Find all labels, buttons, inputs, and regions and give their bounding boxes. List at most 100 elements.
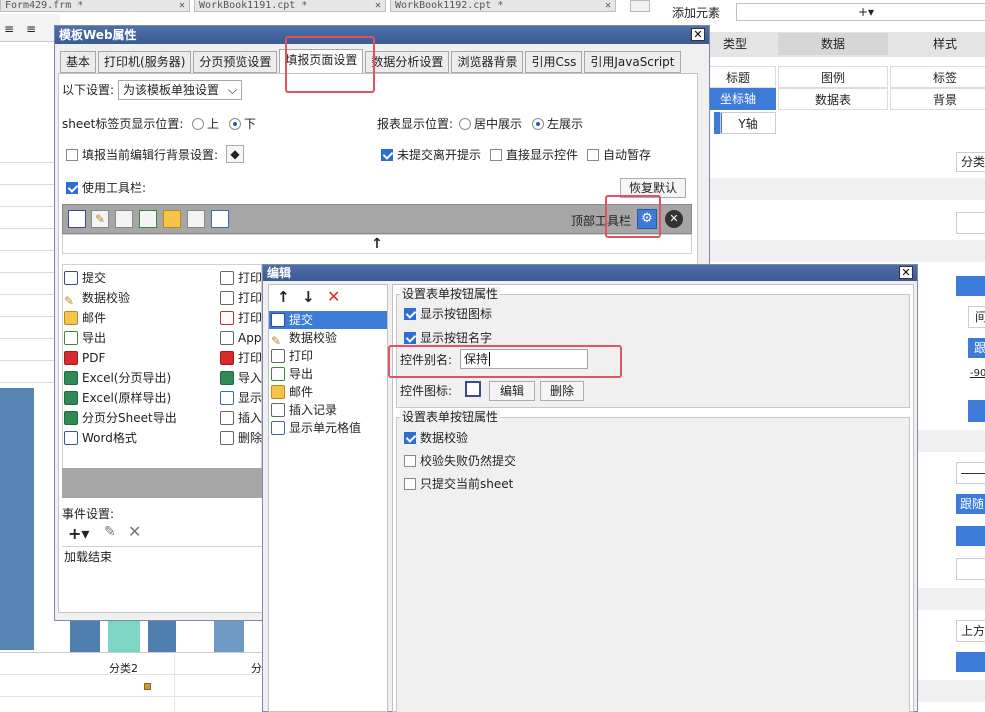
close-icon[interactable]: ✕ — [605, 0, 611, 11]
layout-icon[interactable] — [630, 0, 650, 12]
list-item-show[interactable]: 显示 — [220, 388, 262, 408]
unsubmit-prompt-checkbox[interactable]: 未提交离开提示 — [381, 147, 481, 163]
show-cell-icon[interactable] — [211, 210, 229, 228]
close-icon[interactable]: ✕ — [179, 0, 185, 11]
list-item-export[interactable]: 导出 — [64, 328, 106, 348]
list-item-import[interactable]: 导入 — [220, 368, 262, 388]
blue-button[interactable] — [956, 276, 985, 296]
tab-page-preview[interactable]: 分页预览设置 — [193, 51, 278, 73]
use-toolbar-checkbox[interactable]: 使用工具栏: — [66, 180, 146, 196]
tab-printer-server[interactable]: 打印机(服务器) — [98, 51, 192, 73]
close-icon[interactable]: ✕ — [899, 266, 913, 279]
insert-record-icon[interactable] — [187, 210, 205, 228]
position-select[interactable]: 上方 — [956, 620, 985, 642]
save-icon[interactable] — [68, 210, 86, 228]
align-left-icon[interactable]: ≡ — [4, 22, 14, 36]
delete-icon[interactable]: ✕ — [665, 210, 683, 228]
current-sheet-checkbox[interactable]: 只提交当前sheet — [404, 476, 513, 492]
event-item-load-end[interactable]: 加载结束 — [64, 549, 112, 565]
blue-button[interactable] — [956, 526, 985, 546]
interval-field[interactable]: 间 — [968, 306, 985, 328]
item-axis[interactable]: 坐标轴 — [700, 88, 776, 110]
fail-submit-checkbox[interactable]: 校验失败仍然提交 — [404, 453, 516, 469]
edit-item-submit[interactable]: 提交 — [269, 311, 387, 329]
close-icon[interactable]: ✕ — [375, 0, 381, 11]
list-item-excel-original[interactable]: Excel(原样导出) — [64, 388, 171, 408]
radio-bottom[interactable]: 下 — [229, 116, 256, 132]
rotation-value[interactable]: -90 — [970, 368, 985, 379]
edit-item-print[interactable]: 打印 — [271, 347, 313, 365]
follow-button[interactable]: 跟 — [968, 338, 985, 358]
doc-tab-workbook1192[interactable]: WorkBook1192.cpt * ✕ — [390, 0, 616, 12]
radio-center[interactable]: 居中展示 — [459, 116, 522, 132]
blue-button[interactable] — [956, 652, 985, 672]
tab-javascript[interactable]: 引用JavaScript — [584, 51, 681, 73]
mail-icon[interactable] — [163, 210, 181, 228]
item-title[interactable]: 标题 — [700, 66, 776, 88]
direct-control-checkbox[interactable]: 直接显示控件 — [490, 147, 578, 163]
tab-data-analysis[interactable]: 数据分析设置 — [365, 51, 450, 73]
remove-icon[interactable]: ✕ — [327, 287, 340, 306]
list-item-print[interactable]: 打印 — [220, 348, 262, 368]
list-item-app[interactable]: App — [220, 328, 261, 348]
edit-event-icon[interactable]: ✎ — [104, 524, 116, 540]
edit-item-insert-record[interactable]: 插入记录 — [271, 401, 337, 419]
delete-icon-button[interactable]: 删除 — [540, 381, 584, 401]
tab-browser-background[interactable]: 浏览器背景 — [451, 51, 524, 73]
add-event-icon[interactable]: +▾ — [68, 524, 89, 543]
input-box[interactable] — [956, 212, 985, 234]
edit-icon-button[interactable]: 编辑 — [489, 381, 535, 401]
settings-select[interactable]: 为该模板单独设置 ⌵ — [118, 80, 242, 100]
tab-style[interactable]: 样式 — [890, 33, 985, 55]
move-down-icon[interactable]: ↓ — [302, 288, 315, 306]
edit-item-show-cell[interactable]: 显示单元格值 — [271, 419, 361, 437]
print-icon[interactable] — [115, 210, 133, 228]
blue-button[interactable] — [968, 400, 985, 422]
radio-left[interactable]: 左展示 — [532, 116, 583, 132]
edit-item-export[interactable]: 导出 — [271, 365, 313, 383]
add-element-button[interactable]: +▾ — [736, 3, 985, 21]
line-style-select[interactable] — [956, 462, 985, 484]
list-item-sheet-export[interactable]: 分页分Sheet导出 — [64, 408, 177, 428]
tab-type[interactable]: 类型 — [700, 33, 770, 55]
tab-css[interactable]: 引用Css — [525, 51, 583, 73]
item-background[interactable]: 背景 — [890, 88, 985, 110]
list-item-print[interactable]: 打印 — [220, 288, 262, 308]
doc-tab-workbook1191[interactable]: WorkBook1191.cpt * ✕ — [194, 0, 386, 12]
move-up-icon[interactable]: ↑ — [277, 288, 290, 306]
list-item-excel-page[interactable]: Excel(分页导出) — [64, 368, 171, 388]
y-axis-tab[interactable]: Y轴 — [720, 112, 776, 134]
paint-bucket-icon[interactable]: ◆ — [226, 145, 244, 163]
list-item-print[interactable]: 打印 — [220, 268, 262, 288]
list-item-print[interactable]: 打印 — [220, 308, 262, 328]
list-item-insert[interactable]: 插入 — [220, 408, 262, 428]
doc-tab-form429[interactable]: Form429.frm * ✕ — [0, 0, 190, 12]
align-center-icon[interactable]: ≡ — [26, 22, 36, 36]
tab-basic[interactable]: 基本 — [60, 51, 97, 73]
pencil-icon[interactable]: ✎ — [91, 210, 109, 228]
auto-save-checkbox[interactable]: 自动暂存 — [587, 147, 651, 163]
move-up-arrow[interactable]: ↑ — [62, 234, 692, 254]
data-check-checkbox[interactable]: 数据校验 — [404, 430, 468, 446]
export-icon[interactable] — [139, 210, 157, 228]
edit-item-data-check[interactable]: ✎ 数据校验 — [271, 329, 337, 348]
tab-data[interactable]: 数据 — [778, 33, 888, 55]
list-item-delete[interactable]: 删除 — [220, 428, 262, 448]
list-item-mail[interactable]: 邮件 — [64, 308, 106, 328]
category-select[interactable]: 分类 — [956, 152, 985, 172]
input-box[interactable] — [956, 558, 985, 580]
follow-button[interactable]: 跟随 — [956, 494, 985, 514]
fill-bg-checkbox[interactable]: 填报当前编辑行背景设置: — [66, 147, 218, 163]
list-item-word[interactable]: Word格式 — [64, 428, 137, 448]
edit-item-mail[interactable]: 邮件 — [271, 383, 313, 401]
list-item-data-check[interactable]: ✎ 数据校验 — [64, 288, 130, 308]
item-label[interactable]: 标签 — [890, 66, 985, 88]
close-icon[interactable]: ✕ — [691, 28, 705, 41]
remove-event-icon[interactable]: ✕ — [128, 522, 141, 541]
item-legend[interactable]: 图例 — [778, 66, 888, 88]
list-item-submit[interactable]: 提交 — [64, 268, 106, 288]
show-name-checkbox[interactable]: 显示按钮名字 — [404, 330, 492, 346]
radio-top[interactable]: 上 — [192, 116, 219, 132]
item-datatable[interactable]: 数据表 — [778, 88, 888, 110]
show-icon-checkbox[interactable]: 显示按钮图标 — [404, 306, 492, 322]
